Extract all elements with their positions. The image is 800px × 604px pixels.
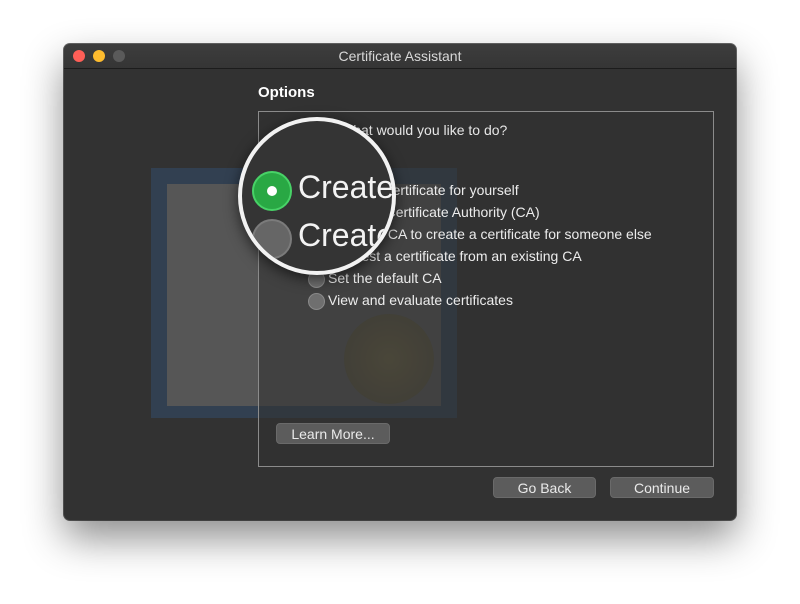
magnified-text: Create — [298, 217, 395, 253]
radio-icon[interactable] — [308, 293, 325, 310]
learn-more-button[interactable]: Learn More... — [276, 423, 390, 444]
certificate-assistant-window: Certificate Assistant Options What would… — [64, 44, 736, 520]
magnified-radio-icon — [252, 219, 292, 259]
magnified-text: Create — [298, 169, 395, 205]
section-title: Options — [258, 84, 315, 101]
magnified-radio-selected-icon — [252, 171, 292, 211]
continue-button[interactable]: Continue — [610, 477, 714, 498]
go-back-button[interactable]: Go Back — [493, 477, 596, 498]
option-label: View and evaluate certificates — [328, 292, 513, 308]
magnifier-callout: Create Create — [238, 117, 396, 275]
titlebar: Certificate Assistant — [64, 44, 736, 69]
option-label: Set the default CA — [328, 270, 442, 286]
window-title: Certificate Assistant — [338, 48, 462, 64]
